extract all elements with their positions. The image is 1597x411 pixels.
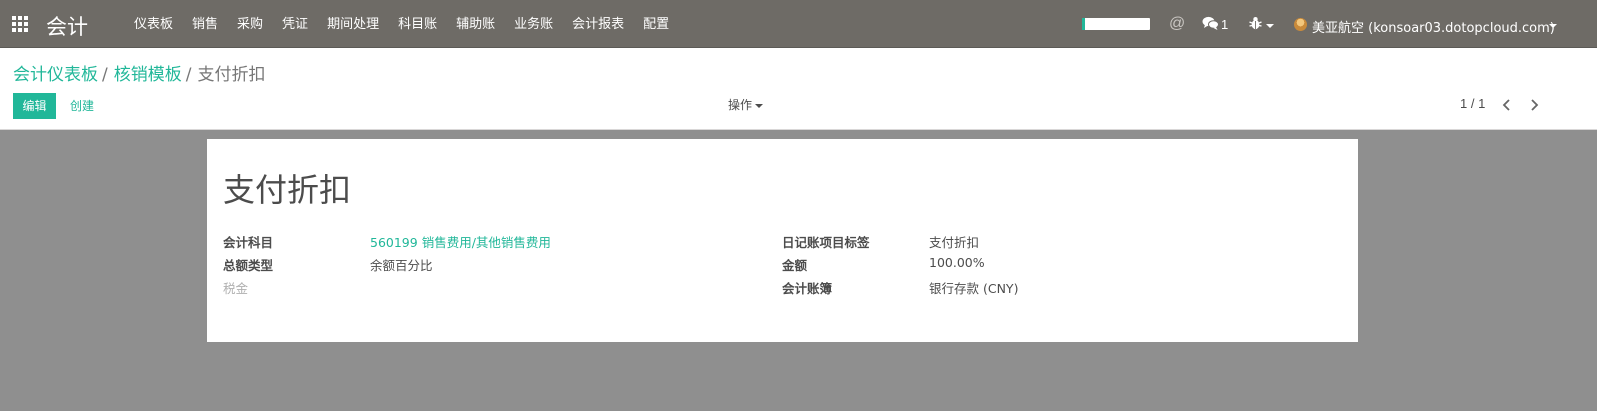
breadcrumb: 会计仪表板 / 核销模板 / 支付折扣 bbox=[13, 60, 265, 85]
menu-item-business-ledger[interactable]: 业务账 bbox=[514, 0, 553, 48]
main-menu: 仪表板 销售 采购 凭证 期间处理 科目账 辅助账 业务账 会计报表 配置 bbox=[134, 0, 688, 48]
create-button[interactable]: 创建 bbox=[70, 93, 94, 119]
breadcrumb-separator: / bbox=[102, 65, 108, 85]
menu-item-configuration[interactable]: 配置 bbox=[643, 0, 669, 48]
journal-label: 会计账簿 bbox=[782, 281, 833, 296]
user-menu[interactable]: 美亚航空 (konsoar03.dotopcloud.com) bbox=[1312, 17, 1555, 36]
amount-type-label: 总额类型 bbox=[223, 258, 274, 273]
amount-value: 100.00% bbox=[929, 255, 985, 270]
app-title[interactable]: 会计 bbox=[46, 11, 88, 41]
menu-item-auxiliary-ledger[interactable]: 辅助账 bbox=[456, 0, 495, 48]
menu-item-sales[interactable]: 销售 bbox=[192, 0, 218, 48]
at-mention-icon[interactable]: @ bbox=[1169, 15, 1185, 33]
amount-type-value: 余额百分比 bbox=[370, 258, 433, 273]
chevron-down-icon[interactable] bbox=[1549, 24, 1557, 28]
form-sheet: 支付折扣 会计科目 560199 销售费用/其他销售费用 总额类型 余额百分比 … bbox=[207, 139, 1358, 342]
actions-dropdown-label: 操作 bbox=[728, 98, 753, 112]
menu-item-account-ledger[interactable]: 科目账 bbox=[398, 0, 437, 48]
breadcrumb-separator: / bbox=[185, 65, 192, 85]
breadcrumb-item-reconcile-models[interactable]: 核销模板 bbox=[114, 65, 182, 85]
menu-item-accounting-reports[interactable]: 会计报表 bbox=[572, 0, 624, 48]
progress-bar[interactable] bbox=[1082, 18, 1150, 30]
apps-grid-icon[interactable] bbox=[12, 16, 28, 32]
record-title: 支付折扣 bbox=[223, 171, 352, 209]
account-label: 会计科目 bbox=[223, 235, 274, 250]
breadcrumb-item-accounting-dashboard[interactable]: 会计仪表板 bbox=[13, 65, 98, 85]
menu-item-vouchers[interactable]: 凭证 bbox=[282, 0, 308, 48]
progress-bar-fill bbox=[1082, 18, 1086, 30]
control-panel: 会计仪表板 / 核销模板 / 支付折扣 编辑 创建 操作 1 / 1 bbox=[0, 48, 1597, 130]
edit-button[interactable]: 编辑 bbox=[13, 93, 56, 119]
chat-bubbles-icon[interactable] bbox=[1202, 16, 1219, 35]
journal-item-label-value: 支付折扣 bbox=[929, 235, 980, 250]
pager-next-icon[interactable] bbox=[1527, 97, 1541, 113]
user-avatar[interactable] bbox=[1294, 18, 1307, 31]
journal-value: 银行存款 (CNY) bbox=[929, 281, 1019, 296]
menu-item-purchase[interactable]: 采购 bbox=[237, 0, 263, 48]
menu-item-period-processing[interactable]: 期间处理 bbox=[327, 0, 379, 48]
pager-value[interactable]: 1 / 1 bbox=[1460, 96, 1485, 111]
chevron-down-icon bbox=[755, 103, 764, 108]
amount-label: 金额 bbox=[782, 258, 808, 273]
debug-bug-icon[interactable] bbox=[1249, 16, 1262, 33]
breadcrumb-current: 支付折扣 bbox=[197, 65, 266, 85]
account-value-link[interactable]: 560199 销售费用/其他销售费用 bbox=[370, 232, 551, 251]
journal-item-label-label: 日记账项目标签 bbox=[782, 235, 870, 250]
actions-dropdown[interactable]: 操作 bbox=[728, 96, 764, 113]
pager-previous-icon[interactable] bbox=[1500, 97, 1514, 113]
top-navbar: 会计 仪表板 销售 采购 凭证 期间处理 科目账 辅助账 业务账 会计报表 配置… bbox=[0, 0, 1597, 48]
chevron-down-icon[interactable] bbox=[1266, 24, 1274, 28]
tax-label: 税金 bbox=[223, 281, 249, 296]
menu-item-dashboard[interactable]: 仪表板 bbox=[134, 0, 173, 48]
messages-count[interactable]: 1 bbox=[1221, 17, 1228, 32]
